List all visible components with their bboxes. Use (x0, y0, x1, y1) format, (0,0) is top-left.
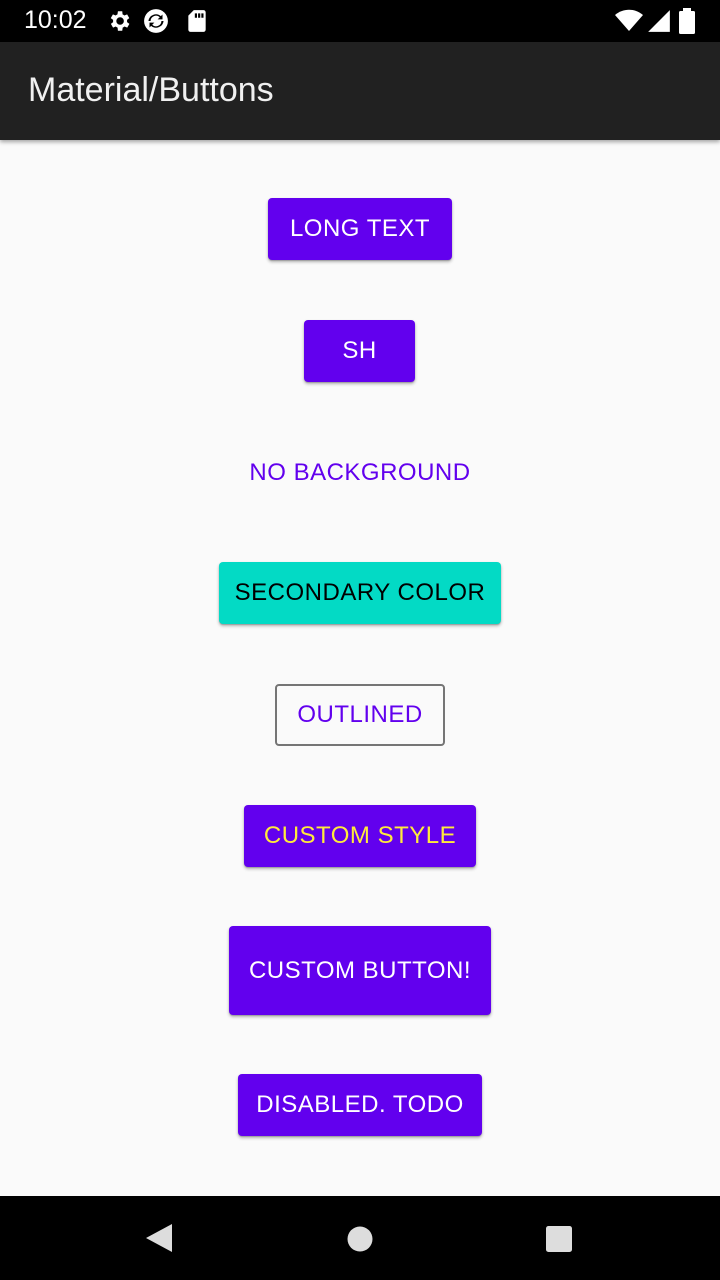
sd-card-icon (188, 10, 206, 32)
status-time: 10:02 (24, 6, 87, 34)
cell-signal-icon (648, 10, 670, 32)
sync-icon (144, 9, 168, 33)
navigation-bar (0, 1196, 720, 1280)
status-bar: 10:02 (0, 0, 720, 42)
outlined-button[interactable]: OUTLINED (275, 684, 445, 746)
recents-icon[interactable] (545, 1225, 573, 1253)
battery-icon (679, 8, 695, 34)
back-icon[interactable] (144, 1222, 174, 1254)
custom-style-button[interactable]: CUSTOM STYLE (244, 805, 476, 867)
gear-icon (110, 11, 130, 31)
sh-button[interactable]: SH (304, 320, 415, 382)
page-title: Material/Buttons (28, 71, 274, 109)
custom-button[interactable]: CUSTOM BUTTON! (229, 926, 491, 1015)
disabled-todo-button[interactable]: DISABLED. TODO (238, 1074, 482, 1136)
no-background-button[interactable]: NO BACKGROUND (240, 442, 480, 504)
secondary-color-button[interactable]: SECONDARY COLOR (219, 562, 501, 624)
app-bar: Material/Buttons (0, 42, 720, 140)
wifi-icon (615, 9, 643, 31)
home-icon[interactable] (346, 1225, 374, 1253)
long-text-button[interactable]: LONG TEXT (268, 198, 452, 260)
